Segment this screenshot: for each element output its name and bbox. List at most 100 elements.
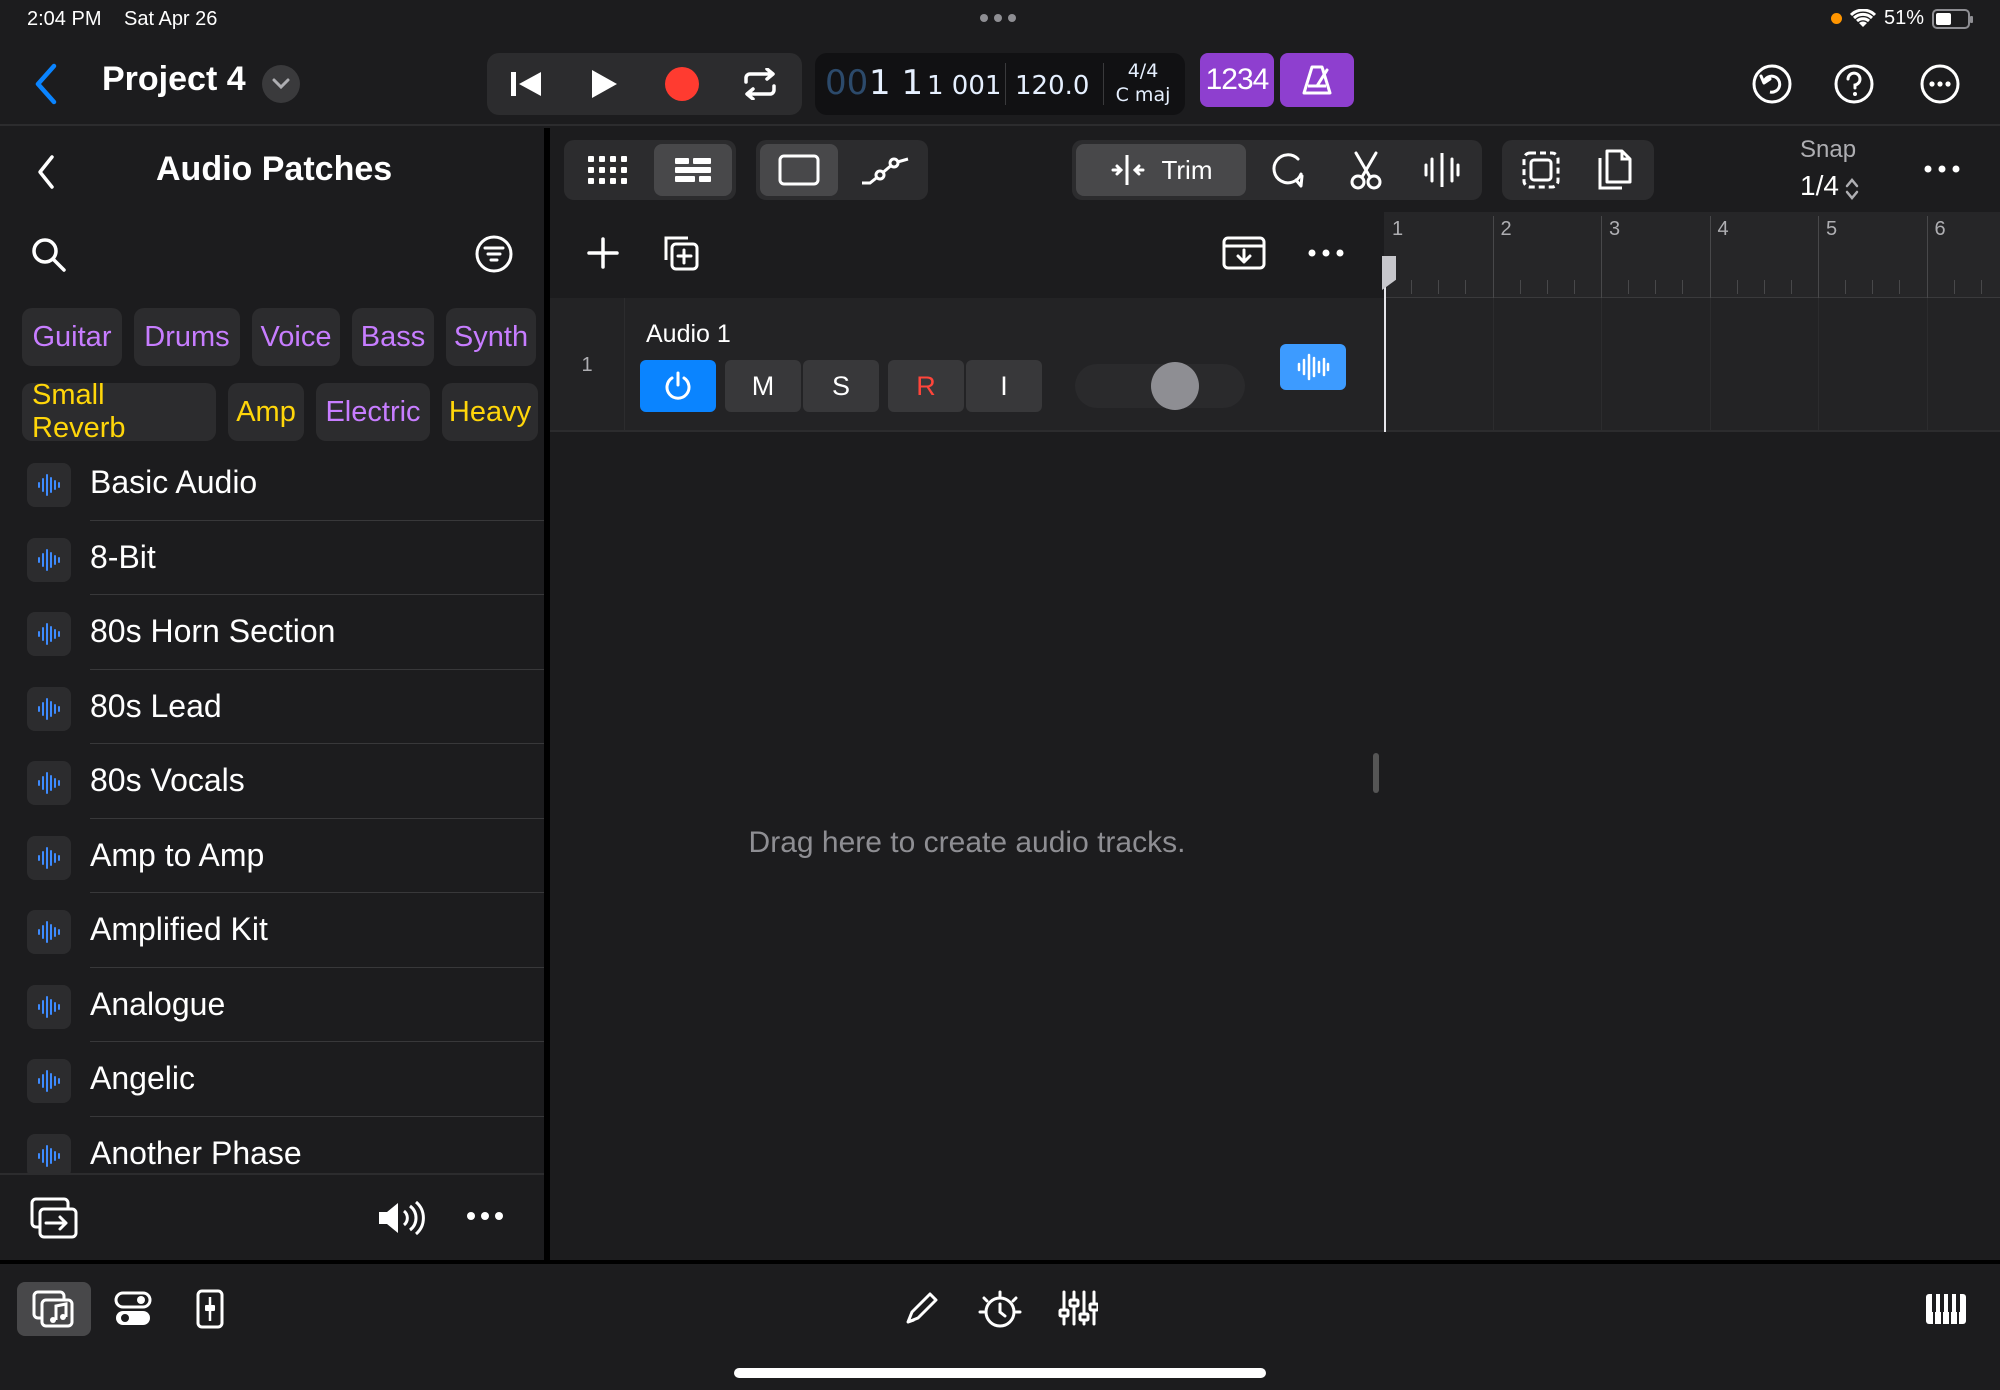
region-view-button[interactable] bbox=[760, 144, 838, 196]
panel-more-icon[interactable] bbox=[466, 1211, 504, 1221]
patch-item[interactable]: Amplified Kit bbox=[0, 893, 544, 968]
patch-item[interactable]: 8-Bit bbox=[0, 521, 544, 595]
mixer-icon[interactable] bbox=[1058, 1288, 1098, 1328]
patch-item[interactable]: Another Phase bbox=[0, 1117, 544, 1173]
chip-electric[interactable]: Electric bbox=[316, 383, 430, 441]
display-toggle bbox=[756, 140, 928, 200]
snap-stepper-icon[interactable] bbox=[1844, 176, 1860, 202]
count-in-button[interactable]: 1234 bbox=[1200, 53, 1274, 107]
patch-name: Amp to Amp bbox=[90, 836, 265, 873]
pencil-icon[interactable] bbox=[904, 1290, 938, 1326]
patch-item[interactable]: 80s Lead bbox=[0, 670, 544, 744]
speaker-preview-icon[interactable] bbox=[376, 1199, 428, 1237]
patch-name: 80s Vocals bbox=[90, 762, 245, 798]
chip-amp[interactable]: Amp bbox=[228, 383, 304, 441]
import-icon[interactable] bbox=[1222, 234, 1266, 270]
search-icon[interactable] bbox=[30, 236, 68, 274]
back-chevron-icon[interactable] bbox=[34, 62, 58, 106]
track-on-button[interactable] bbox=[640, 360, 716, 412]
chip-synth[interactable]: Synth bbox=[446, 308, 536, 366]
power-icon bbox=[662, 370, 694, 402]
channel-strip-icon bbox=[195, 1289, 225, 1329]
copy-icon bbox=[1596, 148, 1634, 192]
join-tool-button[interactable] bbox=[1406, 144, 1478, 196]
grid-line bbox=[1818, 298, 1819, 432]
select-button[interactable] bbox=[1506, 144, 1576, 196]
tracks-view-button[interactable] bbox=[654, 144, 732, 196]
tracks-toolbar: Trim bbox=[550, 128, 2000, 212]
volume-knob[interactable] bbox=[1150, 362, 1199, 410]
project-title[interactable]: Project 4 bbox=[102, 60, 246, 99]
patch-item[interactable]: Amp to Amp bbox=[0, 819, 544, 893]
toolbar-more-icon[interactable] bbox=[1924, 164, 1960, 174]
chip-voice[interactable]: Voice bbox=[252, 308, 340, 366]
automation-button[interactable] bbox=[846, 144, 924, 196]
input-monitor-button[interactable]: I bbox=[966, 360, 1042, 412]
keyboard-icon[interactable] bbox=[1924, 1292, 1968, 1326]
status-bar: 2:04 PM Sat Apr 26 51% bbox=[0, 0, 2000, 42]
track-icon-button[interactable] bbox=[1280, 344, 1346, 390]
play-button[interactable] bbox=[565, 53, 643, 115]
project-menu-button[interactable] bbox=[262, 65, 300, 103]
track-header-more-icon[interactable] bbox=[1308, 248, 1344, 258]
more-options-icon[interactable] bbox=[1918, 62, 1962, 106]
browser-button[interactable] bbox=[17, 1282, 91, 1336]
patch-item[interactable]: 80s Horn Section bbox=[0, 595, 544, 670]
mute-button[interactable]: M bbox=[725, 360, 801, 412]
timeline-area[interactable]: 1 2 3 4 5 6 bbox=[1382, 212, 2000, 1260]
track-volume-slider[interactable] bbox=[1075, 362, 1245, 410]
multitasking-dots[interactable] bbox=[980, 14, 1016, 22]
chip-heavy[interactable]: Heavy bbox=[442, 383, 538, 441]
panel-title: Audio Patches bbox=[156, 150, 393, 188]
chip-drums[interactable]: Drums bbox=[134, 308, 240, 366]
timeline-track-lane[interactable] bbox=[1384, 298, 2000, 432]
beat-tick bbox=[1655, 280, 1657, 294]
patch-item[interactable]: Angelic bbox=[0, 1042, 544, 1117]
quick-sampler-icon[interactable] bbox=[978, 1288, 1022, 1330]
status-time: 2:04 PM bbox=[27, 8, 102, 30]
bar-line bbox=[1492, 216, 1494, 298]
cycle-button[interactable] bbox=[721, 53, 799, 115]
chip-bass[interactable]: Bass bbox=[352, 308, 434, 366]
trim-icon bbox=[1109, 153, 1149, 187]
inspector-button[interactable] bbox=[173, 1282, 247, 1336]
snap-value-selector[interactable]: 1/4 bbox=[1800, 170, 1839, 202]
live-loops-view-button[interactable] bbox=[568, 144, 646, 196]
patch-item[interactable]: Analogue bbox=[0, 968, 544, 1042]
copy-button[interactable] bbox=[1580, 144, 1650, 196]
metronome-button[interactable] bbox=[1280, 53, 1354, 107]
patch-item[interactable]: Basic Audio bbox=[0, 446, 544, 521]
patch-item[interactable]: 80s Vocals bbox=[0, 744, 544, 819]
trim-tool-button[interactable]: Trim bbox=[1076, 144, 1246, 196]
solo-button[interactable]: S bbox=[803, 360, 879, 412]
panel-back-icon[interactable] bbox=[36, 154, 56, 190]
patch-name: 8-Bit bbox=[90, 538, 156, 575]
lcd-display[interactable]: 00 1 1 1 001 120.0 4/4 C maj bbox=[815, 53, 1185, 115]
track-drop-area[interactable] bbox=[550, 298, 1384, 1260]
track-row[interactable]: 1 Audio 1 M S R I bbox=[550, 298, 1384, 432]
record-enable-button[interactable]: R bbox=[888, 360, 964, 412]
beat-tick bbox=[1438, 280, 1440, 294]
bar-number: 1 bbox=[1392, 218, 1404, 240]
split-tool-button[interactable] bbox=[1330, 144, 1402, 196]
loop-tool-button[interactable] bbox=[1252, 144, 1324, 196]
record-button[interactable] bbox=[643, 53, 721, 115]
help-icon[interactable] bbox=[1832, 62, 1876, 106]
duplicate-track-icon[interactable] bbox=[660, 232, 700, 272]
chip-guitar[interactable]: Guitar bbox=[22, 308, 122, 366]
bar-ruler[interactable]: 1 2 3 4 5 6 bbox=[1384, 212, 2000, 298]
filter-icon[interactable] bbox=[474, 234, 514, 274]
add-track-icon[interactable] bbox=[586, 236, 620, 270]
import-patch-icon[interactable] bbox=[30, 1197, 78, 1239]
controls-button[interactable] bbox=[96, 1282, 170, 1336]
patch-name: Another Phase bbox=[90, 1134, 302, 1171]
audio-patches-panel: Audio Patches Guitar Drums Voice Bass Sy… bbox=[0, 128, 544, 1260]
undo-icon[interactable] bbox=[1750, 62, 1794, 106]
go-to-beginning-button[interactable] bbox=[487, 53, 565, 115]
beat-tick bbox=[1573, 280, 1575, 294]
scroll-indicator[interactable] bbox=[1373, 753, 1379, 793]
patch-name: 80s Horn Section bbox=[90, 613, 336, 649]
chip-small-reverb[interactable]: Small Reverb bbox=[22, 379, 216, 444]
track-name[interactable]: Audio 1 bbox=[646, 320, 731, 349]
home-indicator[interactable] bbox=[734, 1368, 1266, 1378]
